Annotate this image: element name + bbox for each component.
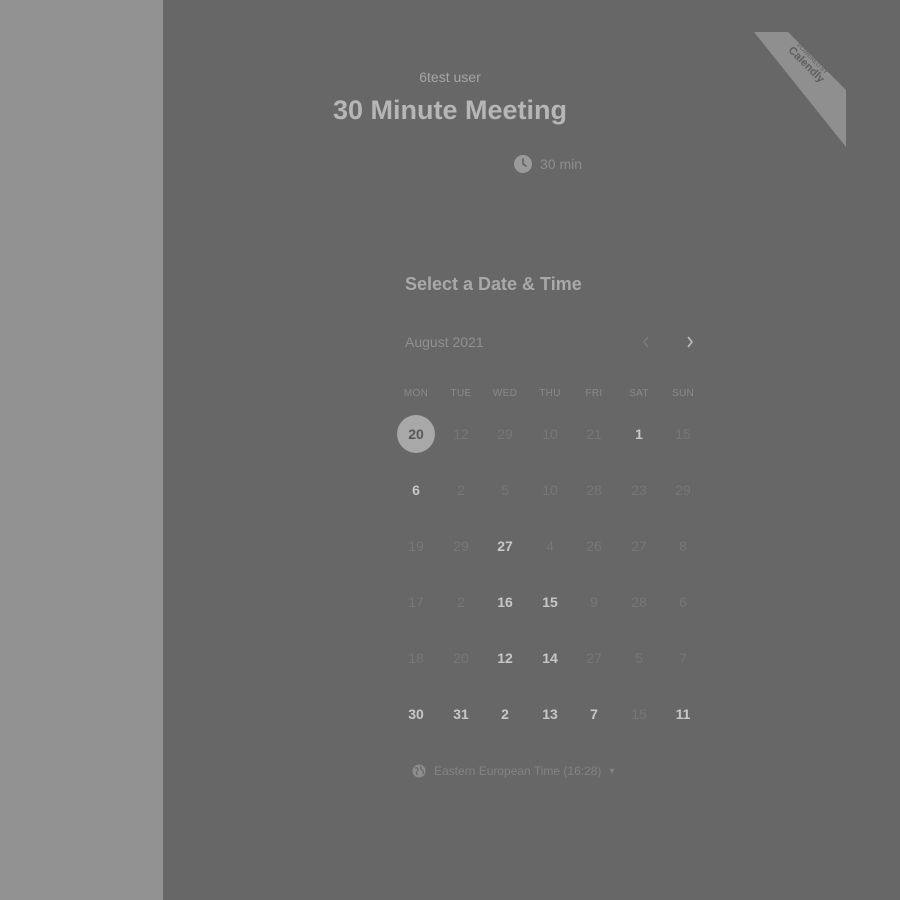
chevron-left-icon bbox=[643, 336, 649, 348]
calendar-day: 9 bbox=[590, 594, 598, 610]
calendar-day: 23 bbox=[631, 482, 647, 498]
calendar-day[interactable]: 6 bbox=[397, 471, 435, 509]
calendar-day: 27 bbox=[586, 650, 602, 666]
previous-month-button[interactable] bbox=[636, 332, 656, 352]
calendar-day: 8 bbox=[679, 538, 687, 554]
calendar-day: 26 bbox=[586, 538, 602, 554]
calendar-day: 27 bbox=[631, 538, 647, 554]
weekday-label: THU bbox=[539, 388, 561, 399]
calendar-day: 5 bbox=[635, 650, 643, 666]
weekday-label: WED bbox=[492, 388, 518, 399]
calendar-day[interactable]: 30 bbox=[397, 695, 435, 733]
globe-icon bbox=[412, 764, 426, 778]
weekday-label: SAT bbox=[629, 388, 649, 399]
calendar-day: 10 bbox=[542, 426, 558, 442]
calendar-day: 2 bbox=[457, 594, 465, 610]
duration-label: 30 min bbox=[540, 156, 583, 172]
event-title: 30 Minute Meeting bbox=[332, 95, 568, 125]
calendar-day: 17 bbox=[408, 594, 424, 610]
calendar-day: 15 bbox=[631, 706, 647, 722]
calendar-day: 28 bbox=[631, 594, 647, 610]
calendar-day[interactable]: 31 bbox=[442, 695, 480, 733]
calendar-day[interactable]: 27 bbox=[486, 527, 524, 565]
calendar-day[interactable]: 7 bbox=[575, 695, 613, 733]
calendar-day[interactable]: 2 bbox=[486, 695, 524, 733]
calendar-day: 29 bbox=[497, 426, 513, 442]
calendar-day: 15 bbox=[675, 426, 691, 442]
calendar-day: 10 bbox=[542, 482, 558, 498]
calendar-day: 2 bbox=[457, 482, 465, 498]
calendar-day[interactable]: 12 bbox=[486, 639, 524, 677]
weekday-label: FRI bbox=[585, 388, 603, 399]
left-panel bbox=[0, 0, 163, 900]
next-month-button[interactable] bbox=[680, 332, 700, 352]
timezone-selector[interactable]: Eastern European Time (16:28) ▾ bbox=[412, 761, 614, 781]
calendar-day: 20 bbox=[453, 650, 469, 666]
calendar-day[interactable]: 11 bbox=[664, 695, 702, 733]
weekday-label: MON bbox=[403, 388, 429, 399]
month-label: August 2021 bbox=[405, 334, 484, 350]
calendar-day: 28 bbox=[586, 482, 602, 498]
powered-by-calendly-badge[interactable]: POWERED BY Calendly bbox=[754, 32, 846, 147]
calendar-day[interactable]: 1 bbox=[620, 415, 658, 453]
calendar-day[interactable]: 13 bbox=[531, 695, 569, 733]
chevron-right-icon bbox=[687, 336, 693, 348]
calendar-day: 7 bbox=[679, 650, 687, 666]
calendar-day: 12 bbox=[453, 426, 469, 442]
weekday-label: SUN bbox=[671, 388, 694, 399]
event-duration: 30 min bbox=[514, 154, 582, 174]
calendar-day: 29 bbox=[453, 538, 469, 554]
calendar-day[interactable]: 16 bbox=[486, 583, 524, 621]
calendar-day: 18 bbox=[408, 650, 424, 666]
calendar-day: 4 bbox=[546, 538, 554, 554]
selected-day-button[interactable]: 20 bbox=[397, 415, 435, 453]
calendar-day: 29 bbox=[675, 482, 691, 498]
clock-icon bbox=[514, 155, 532, 173]
select-date-heading: Select a Date & Time bbox=[405, 274, 582, 294]
calendar-day[interactable]: 15 bbox=[531, 583, 569, 621]
calendar-day: 5 bbox=[501, 482, 509, 498]
calendar-day: 19 bbox=[408, 538, 424, 554]
host-name: 6test user bbox=[419, 69, 481, 85]
calendar-day[interactable]: 14 bbox=[531, 639, 569, 677]
calendar-day: 21 bbox=[586, 426, 602, 442]
timezone-label: Eastern European Time (16:28) bbox=[434, 764, 602, 778]
caret-down-icon: ▾ bbox=[609, 765, 615, 777]
weekday-label: TUE bbox=[450, 388, 472, 399]
calendar-day: 6 bbox=[679, 594, 687, 610]
